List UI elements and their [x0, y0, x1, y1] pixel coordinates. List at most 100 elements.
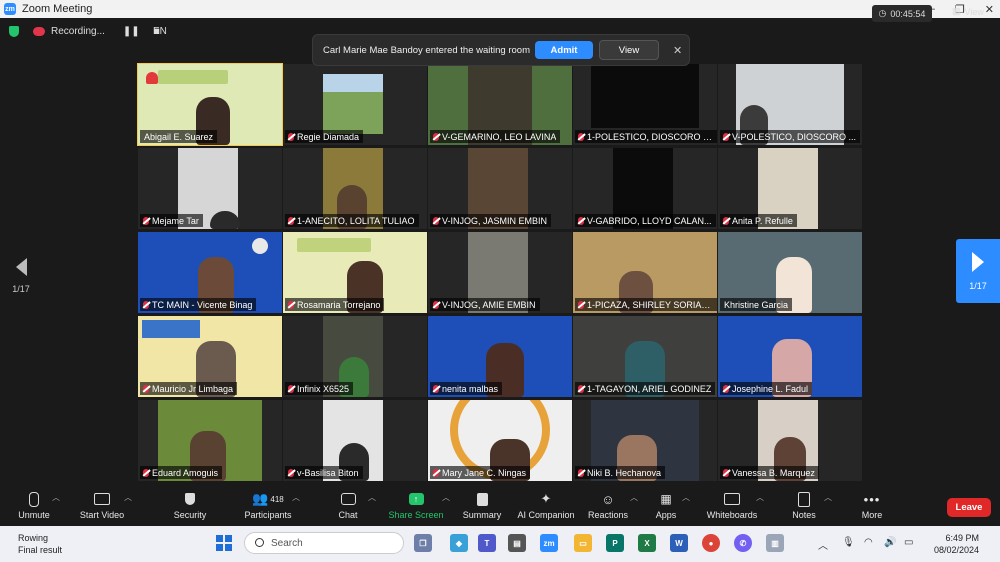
word-icon[interactable]: W [670, 534, 688, 552]
participant-tile[interactable]: Regie Diamada [283, 64, 427, 145]
clock-icon: ◷ [878, 8, 887, 18]
next-page-button[interactable]: 1/17 [956, 239, 1000, 303]
admit-button[interactable]: Admit [535, 41, 593, 59]
chevron-up-icon[interactable]: ︿ [442, 492, 450, 503]
participant-tile[interactable]: 1-POLESTICO, DIOSCORO QUI... [573, 64, 717, 145]
copilot-icon[interactable]: ◆ [450, 534, 468, 552]
pause-recording-icon[interactable]: ❚❚ [123, 26, 140, 37]
participants-button[interactable]: 👥 418 ︿ Participants [236, 490, 300, 520]
zoom-app-icon[interactable]: zm [540, 534, 558, 552]
notification-message: Carl Marie Mae Bandoy entered the waitin… [323, 44, 530, 56]
close-notification-icon[interactable]: ✕ [673, 44, 682, 57]
participant-name: Infinix X6525 [285, 382, 354, 395]
window-title: Zoom Meeting [22, 3, 93, 15]
language-button[interactable]: EN [153, 26, 167, 37]
previous-page-button[interactable]: 1/17 [8, 258, 34, 294]
participant-tile[interactable]: nenita malbas [428, 316, 572, 397]
participant-tile[interactable]: Khristine Garcia [718, 232, 862, 313]
participant-tile[interactable]: V-GABRIDO, LLOYD CALAN... [573, 148, 717, 229]
windows-start-icon[interactable] [216, 535, 232, 551]
participant-tile[interactable]: 1-PICAZA, SHIRLEY SORIANO [573, 232, 717, 313]
participant-tile[interactable]: 1-TAGAYON, ARIEL GODINEZ [573, 316, 717, 397]
meeting-toolbar: ︿ Unmute ︿ Start Video Security 👥 418 ︿ Pa… [0, 486, 1000, 526]
participant-name: Mary Jane C. Ningas [430, 466, 531, 479]
tray-chevron-up-icon[interactable]: ︿ [818, 537, 828, 552]
chrome-icon[interactable]: ● [702, 534, 720, 552]
notepad-icon[interactable]: ▥ [766, 534, 784, 552]
unmute-button[interactable]: ︿ Unmute [2, 490, 66, 520]
participant-tile[interactable]: Infinix X6525 [283, 316, 427, 397]
viber-icon[interactable]: ✆ [734, 534, 752, 552]
participant-name: V-GABRIDO, LLOYD CALAN... [575, 214, 716, 227]
view-waiting-room-button[interactable]: View [599, 40, 659, 60]
mic-muted-icon [288, 216, 294, 225]
reactions-button[interactable]: ☺ ︿ Reactions [576, 490, 640, 521]
chat-button[interactable]: ︿ Chat [316, 490, 380, 520]
participant-tile[interactable]: Niki B. Hechanova [573, 400, 717, 481]
participant-tile[interactable]: 1-ANECITO, LOLITA TULIAO [283, 148, 427, 229]
taskbar-search-input[interactable]: Search [244, 532, 404, 554]
close-window-icon[interactable]: ✕ [985, 3, 994, 16]
chevron-up-icon[interactable]: ︿ [756, 492, 764, 503]
start-video-button[interactable]: ︿ Start Video [70, 490, 134, 520]
chevron-up-icon[interactable]: ︿ [124, 492, 132, 503]
participant-name: V-GEMARINO, LEO LAVINA [430, 130, 561, 143]
participant-name: v-Basilisa Biton [285, 466, 363, 479]
participant-tile[interactable]: Mauricio Jr Limbaga [138, 316, 282, 397]
chevron-up-icon[interactable]: ︿ [292, 492, 300, 503]
file-explorer-icon[interactable]: ▭ [574, 534, 592, 552]
chevron-up-icon[interactable]: ︿ [682, 492, 690, 503]
ai-companion-button[interactable]: ✦ AI Companion [514, 490, 578, 520]
participant-tile[interactable]: v-Basilisa Biton [283, 400, 427, 481]
timer-value: 00:45:54 [890, 8, 926, 19]
volume-icon[interactable]: 🔊 [884, 537, 896, 548]
chevron-up-icon[interactable]: ︿ [824, 492, 832, 503]
participant-tile[interactable]: Rosamaria Torrejano [283, 232, 427, 313]
participant-tile[interactable]: Vanessa B. Marquez [718, 400, 862, 481]
search-placeholder: Search [271, 537, 303, 549]
weather-widget[interactable]: Rowing Final result [18, 532, 62, 556]
encryption-shield-icon[interactable] [9, 26, 19, 37]
chevron-up-icon[interactable]: ︿ [52, 492, 60, 503]
whiteboards-button[interactable]: ︿ Whiteboards [700, 490, 764, 520]
share-screen-button[interactable]: ↑ ︿ Share Screen [384, 490, 450, 520]
wifi-icon[interactable]: ◠ [864, 537, 873, 548]
participant-name: Mejame Tar [140, 214, 203, 227]
participant-tile[interactable]: Mary Jane C. Ningas [428, 400, 572, 481]
view-button[interactable]: ▦ View [952, 6, 984, 17]
participant-tile[interactable]: Mejame Tar [138, 148, 282, 229]
windows-taskbar: Rowing Final result Search ❐ ◆ T ▤ zm ▭ … [0, 526, 1000, 562]
task-view-icon[interactable]: ❐ [414, 534, 432, 552]
participant-tile[interactable]: V-POLESTICO, DIOSCORO ... [718, 64, 862, 145]
title-bar: zm Zoom Meeting — ❐ ✕ [0, 0, 1000, 18]
participant-tile[interactable]: V-GEMARINO, LEO LAVINA [428, 64, 572, 145]
battery-icon[interactable]: ▭ [904, 537, 913, 548]
summary-button[interactable]: Summary [450, 490, 514, 520]
calculator-icon[interactable]: ▤ [508, 534, 526, 552]
participant-tile[interactable]: TC MAIN - Vicente Binag [138, 232, 282, 313]
page-indicator-right: 1/17 [969, 281, 987, 291]
mic-muted-icon [288, 384, 294, 393]
excel-icon[interactable]: X [638, 534, 656, 552]
participant-name: Josephine L. Fadul [720, 382, 813, 395]
chevron-up-icon[interactable]: ︿ [368, 492, 376, 503]
participant-name: Mauricio Jr Limbaga [140, 382, 238, 395]
meeting-timer[interactable]: ◷ 00:45:54 [872, 5, 932, 22]
more-button[interactable]: ••• More [840, 490, 904, 521]
notes-button[interactable]: ︿ Notes [772, 490, 836, 520]
participant-tile[interactable]: Eduard Amoguis [138, 400, 282, 481]
recording-indicator[interactable]: Recording... ❚❚ ■ [33, 26, 160, 37]
participant-tile[interactable]: V-INJOG, AMIE EMBIN [428, 232, 572, 313]
microphone-tray-icon[interactable]: 🎙 [842, 537, 855, 548]
participant-tile[interactable]: Josephine L. Fadul [718, 316, 862, 397]
participant-tile[interactable]: Anita P. Refulle [718, 148, 862, 229]
publisher-icon[interactable]: P [606, 534, 624, 552]
taskbar-clock[interactable]: 6:49 PM 08/02/2024 [921, 532, 979, 556]
participant-tile[interactable]: Abigail E. Suarez [137, 63, 283, 146]
teams-icon[interactable]: T [478, 534, 496, 552]
security-button[interactable]: Security [158, 490, 222, 520]
apps-button[interactable]: ▦ ︿ Apps [634, 490, 698, 520]
leave-button[interactable]: Leave [947, 498, 991, 517]
participant-tile[interactable]: V-INJOG, JASMIN EMBIN [428, 148, 572, 229]
zoom-logo-icon: zm [4, 3, 16, 15]
